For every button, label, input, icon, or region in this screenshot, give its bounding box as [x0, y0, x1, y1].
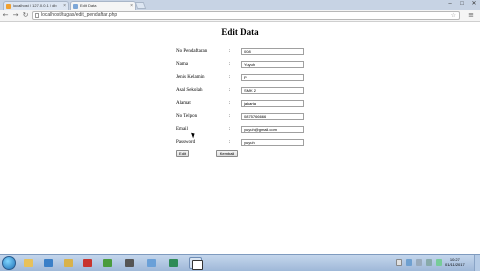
tab-strip: localhost / 127.0.0.1 / db × Edit Data ×…: [0, 0, 480, 10]
new-tab-button[interactable]: [134, 2, 147, 9]
colon: :: [229, 62, 231, 67]
taskbar-paint-icon[interactable]: [145, 257, 158, 269]
tray-signal-icon[interactable]: [436, 259, 442, 266]
minimize-button[interactable]: –: [444, 0, 456, 9]
start-button[interactable]: [2, 256, 16, 270]
field-label: Asal Sekolah: [176, 88, 203, 93]
address-text: localhost/tugas/edit_pendaftar.php: [41, 12, 118, 18]
media-player-icon: [43, 259, 53, 267]
tab-title: Edit Data: [80, 3, 97, 8]
tray-flag-icon[interactable]: [396, 259, 402, 266]
taskbar-explorer-icon[interactable]: [22, 257, 35, 269]
edit-button[interactable]: Edit: [176, 150, 189, 157]
explorer-icon: [24, 259, 33, 267]
file-manager-icon: [63, 259, 73, 267]
page-icon: [35, 13, 39, 18]
taskbar-media-player-icon[interactable]: [42, 257, 55, 269]
kembali-button[interactable]: Kembali: [216, 150, 238, 157]
alamat-input[interactable]: jakarta: [241, 100, 304, 107]
taskbar-notepad-icon[interactable]: [189, 257, 204, 270]
taskbar: 10:27 01/11/2017: [0, 254, 480, 271]
system-clock[interactable]: 10:27 01/11/2017: [445, 257, 465, 267]
tab-phpmyadmin[interactable]: localhost / 127.0.0.1 / db ×: [3, 1, 69, 10]
no-telpon-input[interactable]: 0875766666: [241, 113, 304, 120]
field-label: Jenis Kelamin: [176, 75, 205, 80]
tray-network-icon[interactable]: [406, 259, 412, 266]
address-bar[interactable]: localhost/tugas/edit_pendaftar.php ☆: [32, 11, 460, 20]
maximize-button[interactable]: □: [456, 0, 468, 9]
taskbar-chrome-icon[interactable]: [101, 257, 114, 269]
tray-battery-icon[interactable]: [416, 259, 422, 266]
tab-title: localhost / 127.0.0.1 / db: [13, 3, 57, 8]
nama-input[interactable]: Yuyuh: [241, 61, 304, 68]
page-content: Edit Data No Pendaftaran : 008 Nama : Yu…: [0, 22, 480, 254]
field-label: Alamat: [176, 101, 191, 106]
colon: :: [229, 75, 231, 80]
taskbar-app-icon[interactable]: [123, 257, 136, 269]
paint-icon: [147, 259, 157, 267]
pdf-reader-icon: [83, 259, 93, 267]
colon: :: [229, 101, 231, 106]
app-icon: [125, 259, 135, 267]
jenis-kelamin-input[interactable]: P: [241, 74, 304, 81]
page-title: Edit Data: [221, 27, 259, 37]
no-pendaftaran-input[interactable]: 008: [241, 48, 304, 55]
browser-toolbar: ← → ↻ localhost/tugas/edit_pendaftar.php…: [0, 10, 480, 22]
colon: :: [229, 49, 231, 54]
back-arrow-icon[interactable]: ←: [1, 11, 10, 20]
close-tab-icon[interactable]: ×: [130, 2, 133, 10]
chrome-icon: [103, 259, 113, 267]
notepad-icon: [192, 260, 204, 270]
menu-icon[interactable]: ≡: [466, 11, 476, 20]
reload-icon[interactable]: ↻: [21, 11, 30, 20]
field-label: No Telpon: [176, 114, 198, 119]
taskbar-tool-icon[interactable]: [167, 257, 180, 269]
taskbar-pdf-reader-icon[interactable]: [81, 257, 94, 269]
tool-icon: [169, 259, 179, 267]
clock-date: 01/11/2017: [445, 262, 465, 267]
field-label: Password: [176, 140, 196, 145]
close-tab-icon[interactable]: ×: [63, 2, 66, 10]
show-desktop-button[interactable]: [474, 255, 480, 271]
tab-edit-data[interactable]: Edit Data ×: [70, 1, 136, 10]
taskbar-file-manager-icon[interactable]: [62, 257, 75, 269]
field-label: Email: [176, 127, 188, 132]
password-input[interactable]: yuyuh: [241, 139, 304, 146]
colon: :: [229, 88, 231, 93]
colon: :: [229, 140, 231, 145]
favicon-icon: [73, 4, 78, 9]
email-input[interactable]: yuyuh@gmail.com: [241, 126, 304, 133]
bookmark-star-icon[interactable]: ☆: [451, 12, 456, 19]
colon: :: [229, 114, 231, 119]
field-label: No Pendaftaran: [176, 49, 208, 54]
close-window-button[interactable]: ✕: [468, 0, 480, 9]
asal-sekolah-input[interactable]: SMK 2: [241, 87, 304, 94]
tray-volume-icon[interactable]: [426, 259, 432, 266]
forward-arrow-icon[interactable]: →: [11, 11, 20, 20]
colon: :: [229, 127, 231, 132]
favicon-icon: [6, 4, 11, 9]
field-label: Nama: [176, 62, 188, 67]
